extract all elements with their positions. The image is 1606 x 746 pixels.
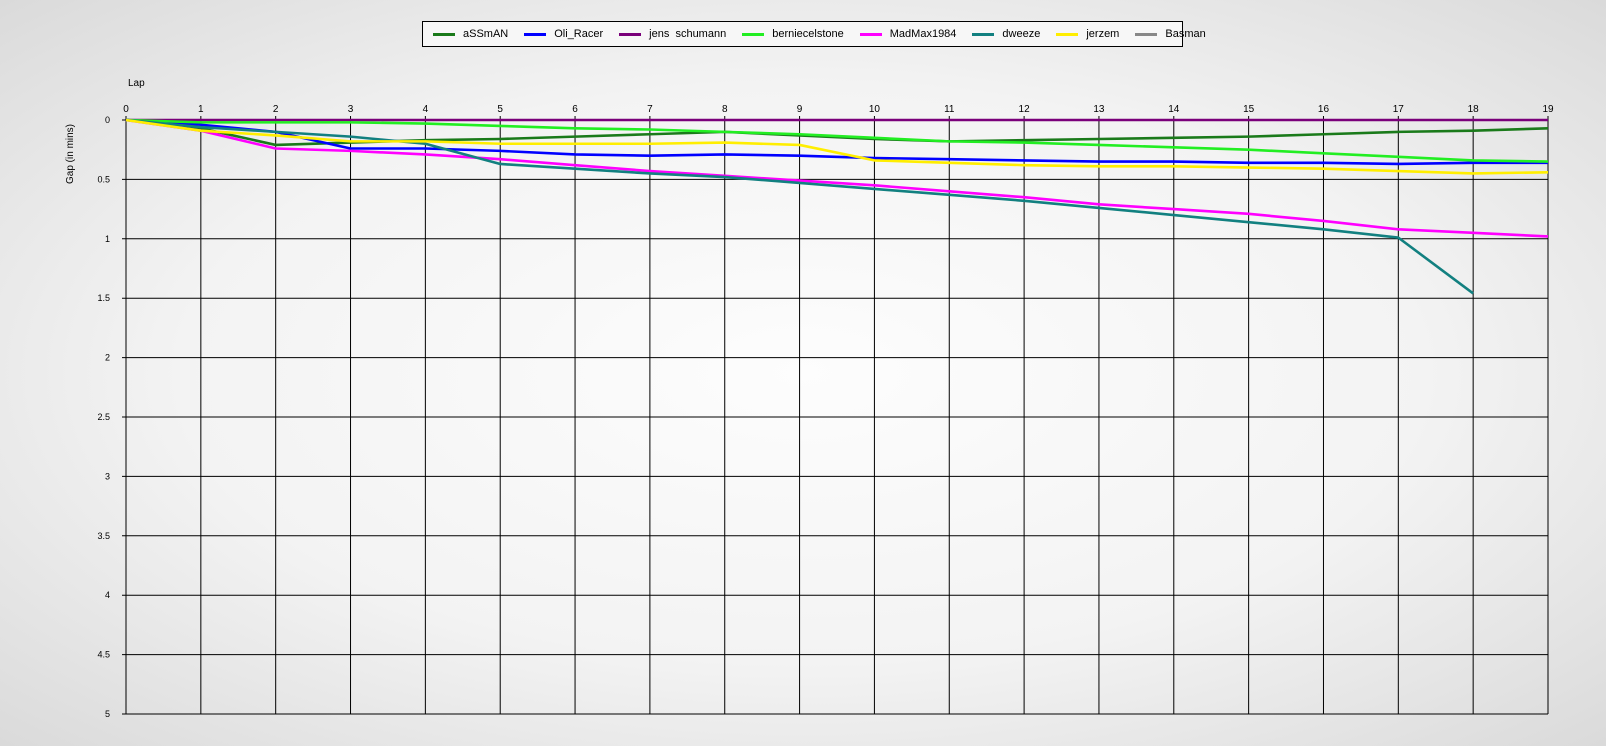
y-tick-label: 3 (105, 471, 110, 481)
x-tick-label: 13 (1093, 104, 1105, 115)
grid-lines (122, 116, 1549, 715)
x-tick-label: 9 (797, 104, 803, 115)
x-tick-label: 17 (1393, 104, 1405, 115)
y-tick-label: 1.5 (97, 293, 110, 303)
x-tick-label: 3 (348, 104, 354, 115)
y-tick-label: 0 (105, 115, 110, 125)
x-tick-label: 8 (722, 104, 728, 115)
y-tick-label: 4.5 (97, 650, 110, 660)
x-tick-label: 0 (123, 104, 129, 115)
x-tick-label: 18 (1468, 104, 1480, 115)
x-tick-label: 2 (273, 104, 279, 115)
y-tick-label: 1 (105, 234, 110, 244)
x-axis-label: Lap (128, 78, 145, 89)
x-axis-ticks: 0 1 2 3 4 5 6 7 8 9 10 11 12 13 14 15 16 17 18 19 (123, 104, 1554, 115)
x-tick-label: 7 (647, 104, 653, 115)
x-tick-label: 6 (572, 104, 578, 115)
x-tick-label: 16 (1318, 104, 1330, 115)
y-tick-label: 4 (105, 590, 110, 600)
x-tick-label: 10 (869, 104, 881, 115)
x-tick-label: 11 (944, 104, 955, 115)
x-tick-label: 4 (423, 104, 429, 115)
x-tick-label: 19 (1542, 104, 1554, 115)
y-tick-label: 2.5 (97, 412, 110, 422)
x-tick-label: 5 (497, 104, 503, 115)
y-tick-label: 2 (105, 353, 110, 363)
x-tick-label: 12 (1019, 104, 1031, 115)
x-tick-label: 15 (1243, 104, 1255, 115)
x-tick-label: 1 (198, 104, 204, 115)
y-tick-label: 5 (105, 709, 110, 719)
line-chart: 0 1 2 3 4 5 6 7 8 9 10 11 12 13 14 15 16 17 18 19 00.511.52… (65, 78, 1554, 719)
y-axis-label: Gap (in mins) (65, 124, 76, 184)
series-lines (125, 118, 1549, 295)
x-tick-label: 14 (1168, 104, 1180, 115)
y-tick-label: 3.5 (97, 531, 110, 541)
y-tick-label: 0.5 (97, 174, 110, 184)
y-axis-ticks: 0 0.5 1 1.5 2 2.5 3 3.5 4 4.5 5 (97, 115, 110, 719)
